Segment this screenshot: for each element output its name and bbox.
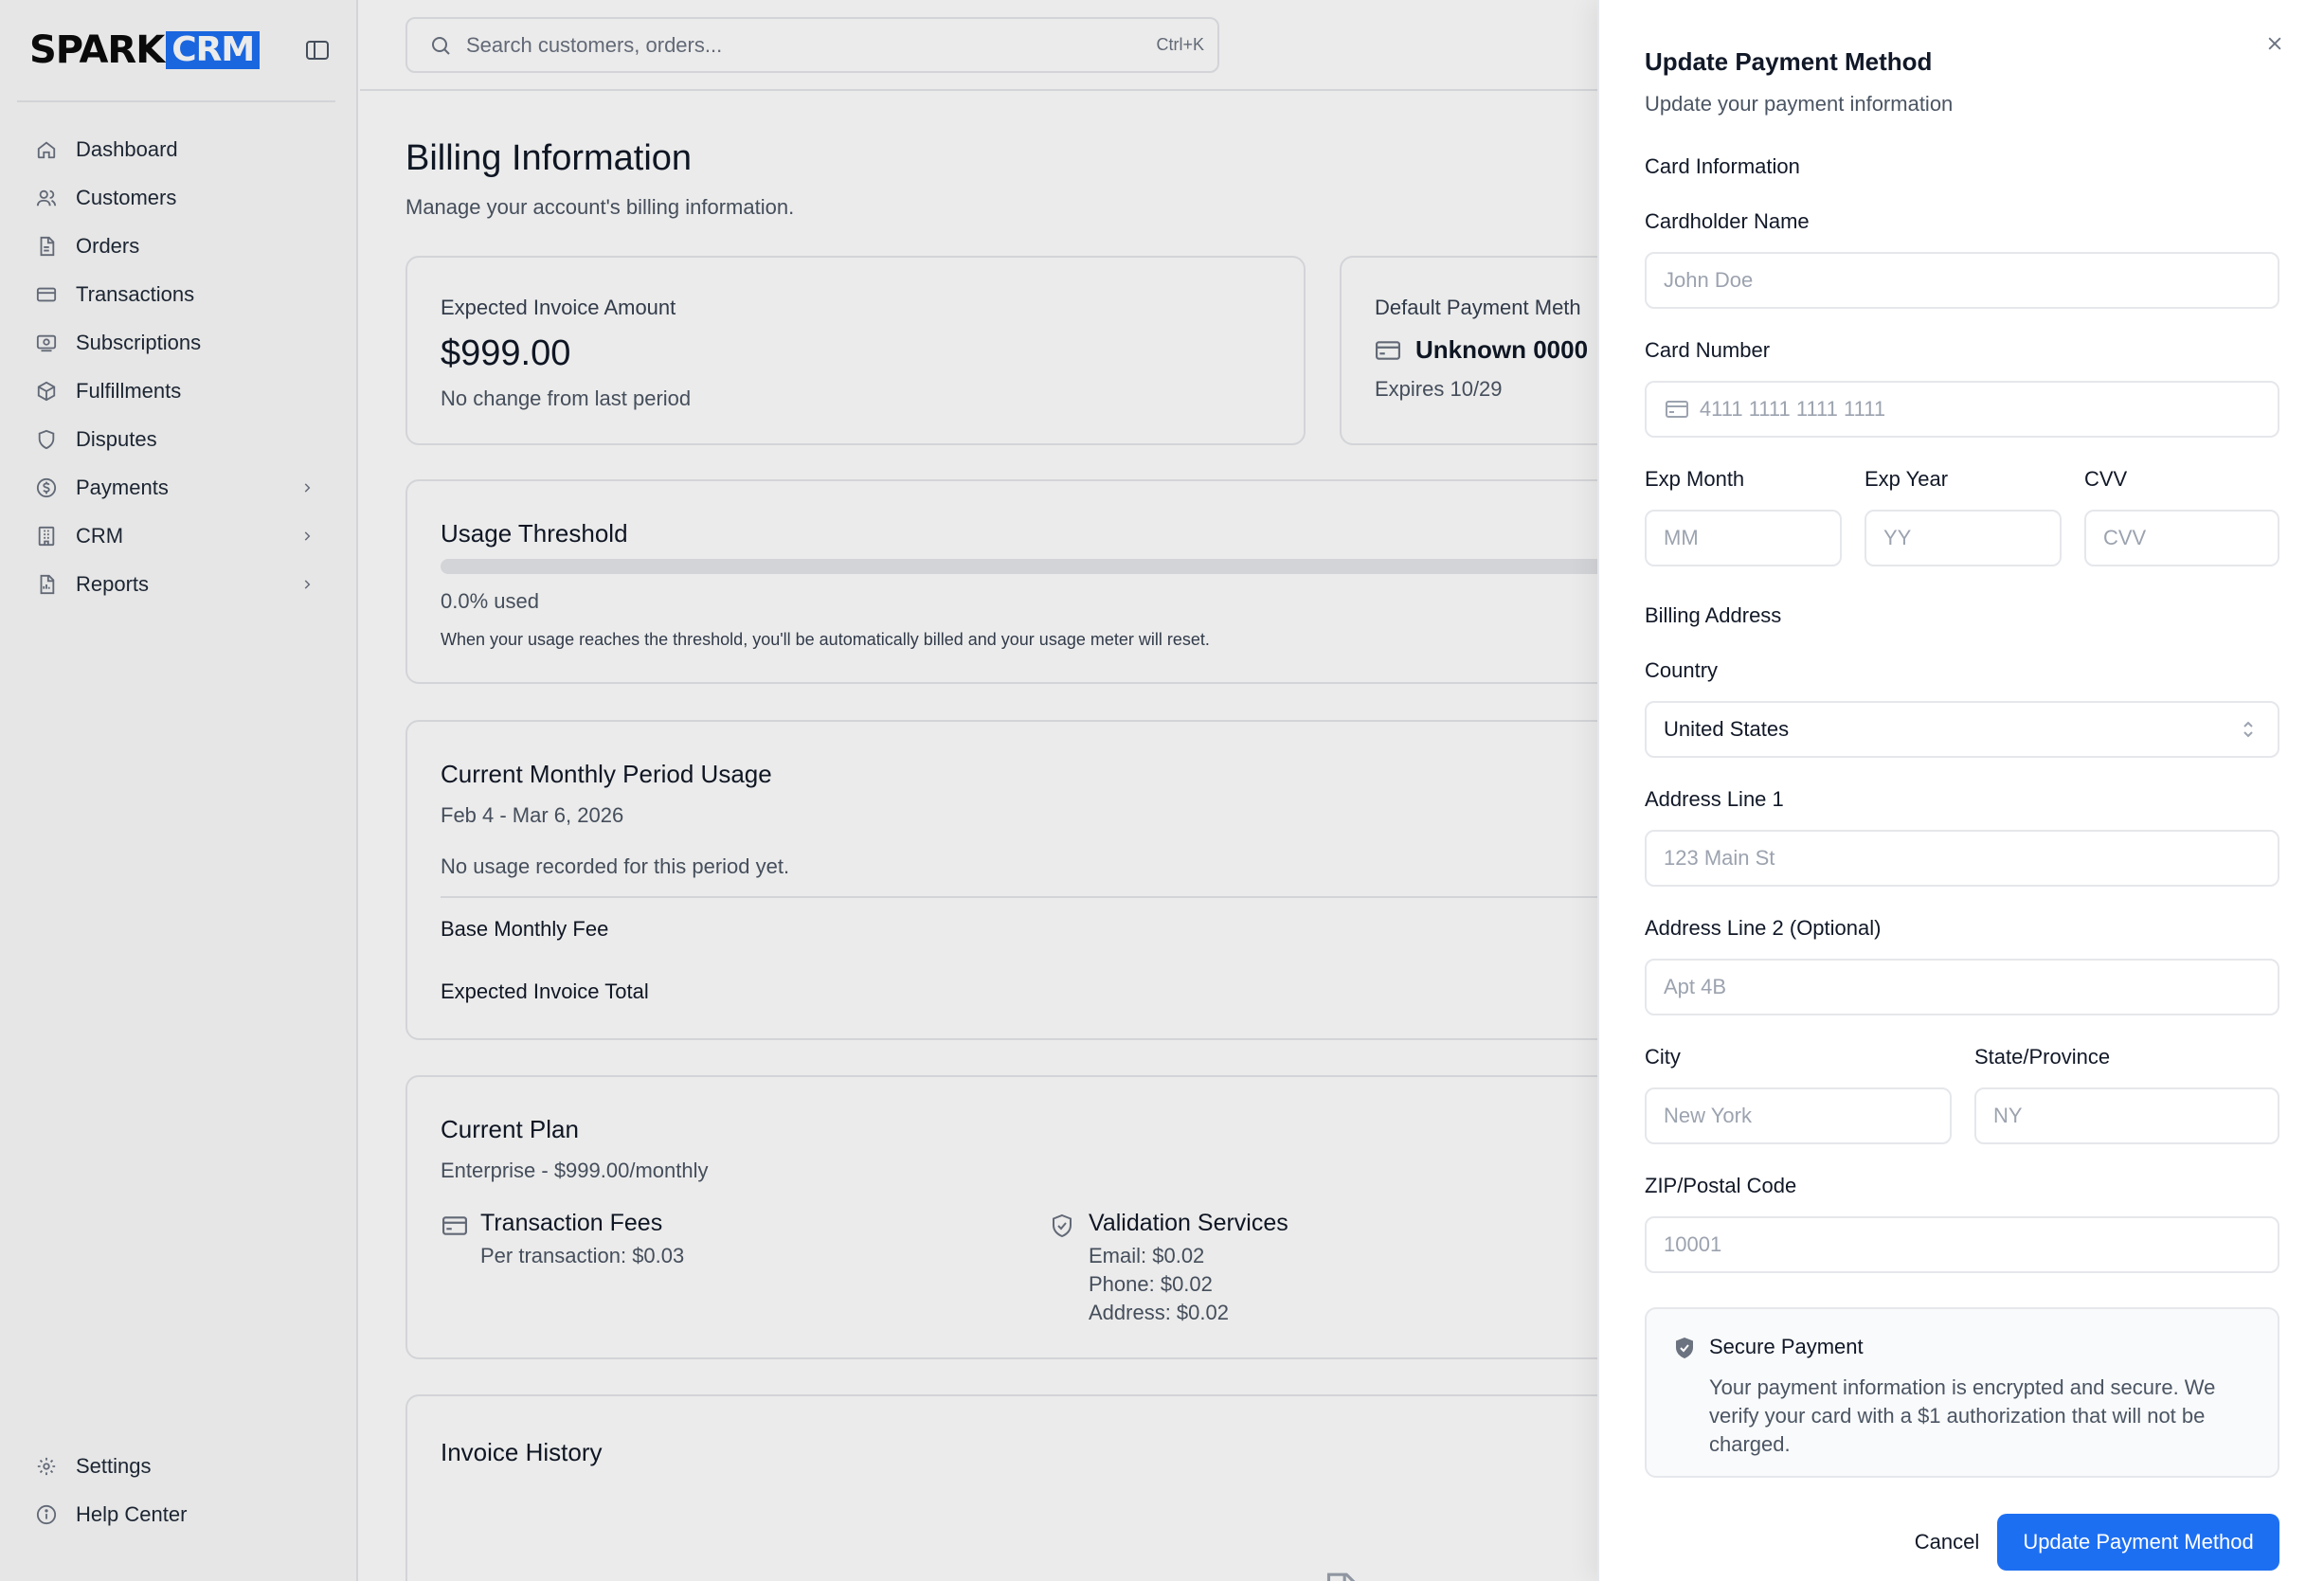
zip-label: ZIP/Postal Code [1645,1174,1797,1197]
cardholder-label: Cardholder Name [1645,209,1810,233]
cardholder-input[interactable] [1647,268,2278,293]
card-number-input[interactable] [1689,397,2278,422]
cvv-field[interactable] [2084,510,2279,566]
exp-month-input[interactable] [1647,526,1840,550]
country-selected-value: United States [1664,717,1790,741]
card-number-label: Card Number [1645,338,1771,362]
address2-label: Address Line 2 (Optional) [1645,916,1882,940]
address1-label: Address Line 1 [1645,787,1784,811]
country-label: Country [1645,658,1719,682]
exp-month-field[interactable] [1645,510,1842,566]
billing-address-section-title: Billing Address [1645,603,1782,627]
zip-field[interactable] [1645,1216,2279,1273]
cardholder-field[interactable] [1645,252,2279,309]
city-label: City [1645,1045,1681,1069]
address1-input[interactable] [1647,846,2278,871]
secure-payment-notice: Secure Payment Your payment information … [1645,1307,2279,1478]
address1-field[interactable] [1645,830,2279,887]
secure-payment-description: Your payment information is encrypted an… [1709,1375,2216,1456]
exp-year-input[interactable] [1866,526,2060,550]
card-info-section-title: Card Information [1645,154,1800,178]
update-payment-method-button[interactable]: Update Payment Method [1997,1514,2279,1571]
city-input[interactable] [1647,1104,1950,1128]
secure-payment-title: Secure Payment [1709,1335,1864,1358]
country-select[interactable]: United States [1645,701,2279,758]
city-field[interactable] [1645,1087,1952,1144]
cvv-input[interactable] [2086,526,2278,550]
chevron-up-down-icon [2236,715,2261,744]
address2-input[interactable] [1647,975,2278,999]
state-input[interactable] [1976,1104,2278,1128]
exp-year-label: Exp Year [1865,467,1949,491]
address2-field[interactable] [1645,959,2279,1015]
exp-year-field[interactable] [1865,510,2062,566]
drawer-subtitle: Update your payment information [1645,92,1954,116]
card-number-field[interactable] [1645,381,2279,438]
credit-card-icon [1664,395,1690,423]
close-icon[interactable] [2260,28,2290,59]
zip-input[interactable] [1647,1232,2278,1257]
cvv-label: CVV [2084,467,2128,491]
state-label: State/Province [1974,1045,2111,1069]
update-payment-drawer: Update Payment Method Update your paymen… [1597,0,2324,1581]
exp-month-label: Exp Month [1645,467,1745,491]
state-field[interactable] [1974,1087,2279,1144]
drawer-title: Update Payment Method [1645,47,1933,76]
shield-check-icon [1671,1335,1698,1361]
